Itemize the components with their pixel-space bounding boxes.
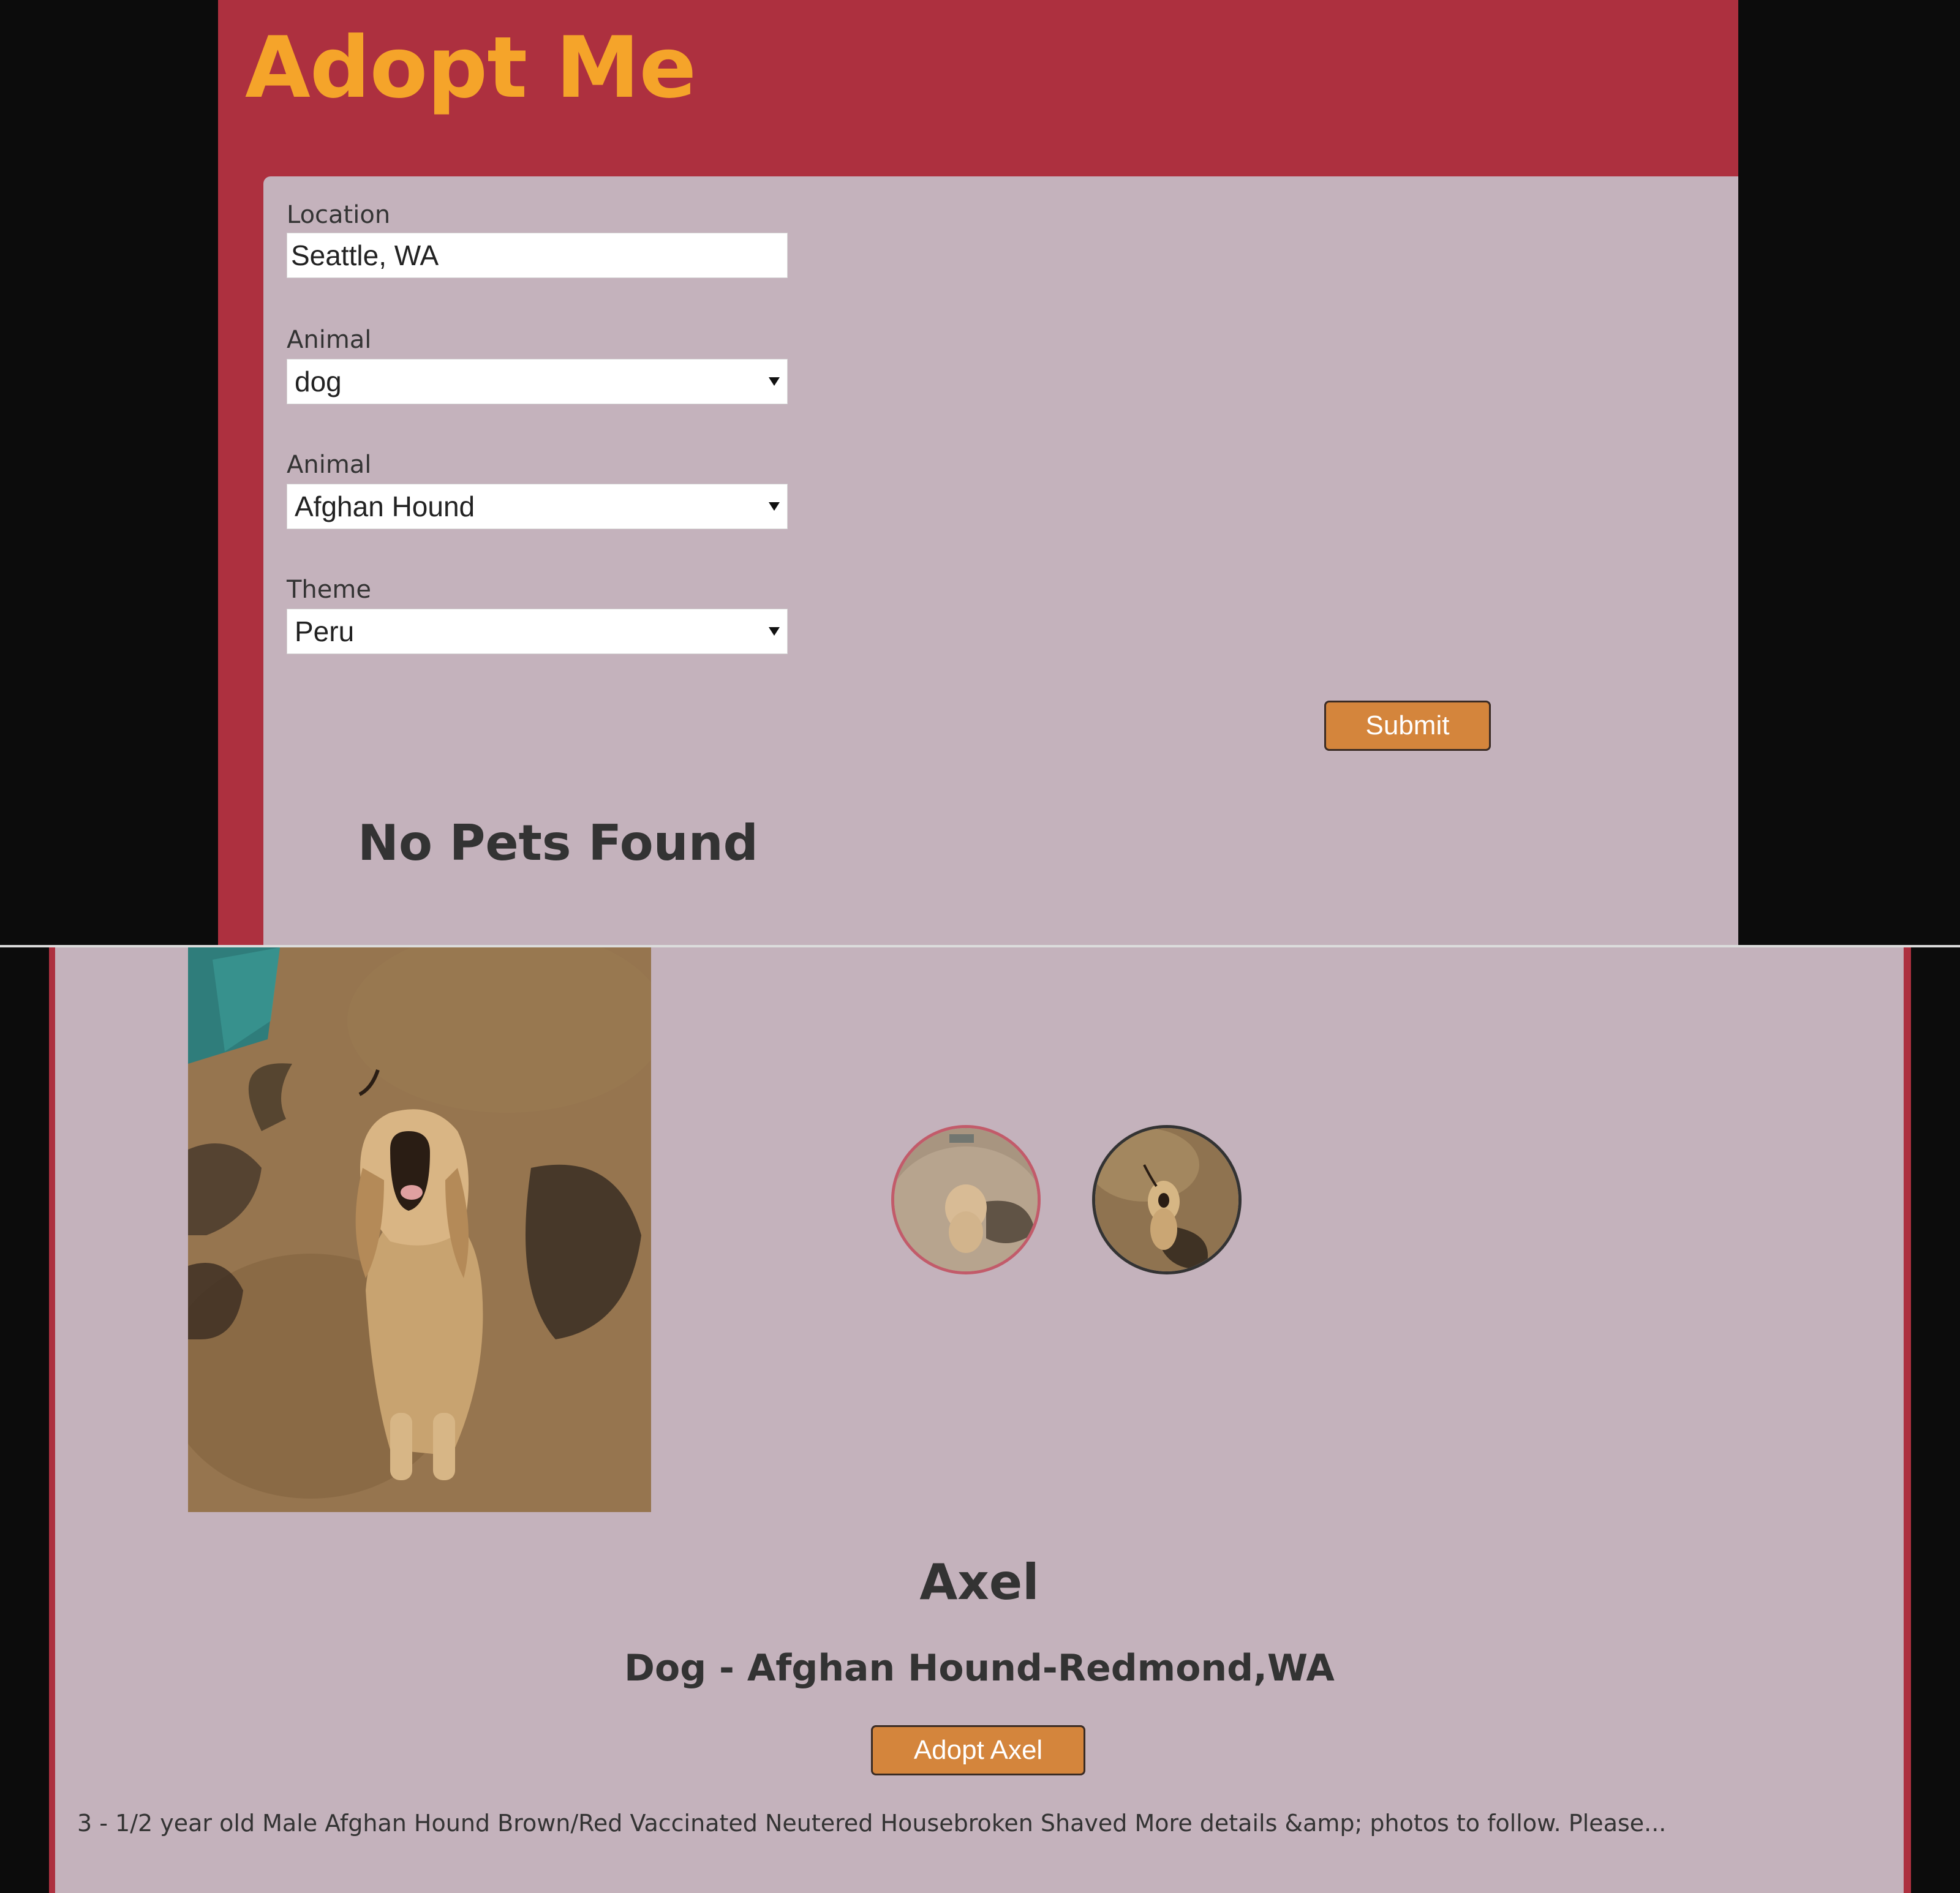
details-frame: Axel Dog - Afghan Hound-Redmond,WA Adopt…: [49, 947, 1911, 1893]
no-pets-message: No Pets Found: [358, 815, 758, 871]
pet-subtitle: Dog - Afghan Hound-Redmond,WA: [624, 1647, 1335, 1690]
pet-description: 3 - 1/2 year old Male Afghan Hound Brown…: [77, 1810, 1667, 1837]
site-title-link[interactable]: Adopt Me: [245, 18, 696, 117]
location-label: Location: [287, 201, 391, 229]
breed-select[interactable]: Afghan Hound: [287, 484, 788, 529]
header: Adopt Me Location Seattle, WA Animal dog…: [218, 0, 1738, 945]
animal-value: dog: [295, 366, 342, 397]
dropdown-arrow-icon: [769, 377, 780, 386]
search-page-panel: Adopt Me Location Seattle, WA Animal dog…: [0, 0, 1960, 945]
dropdown-arrow-icon: [769, 627, 780, 636]
submit-button[interactable]: Submit: [1324, 701, 1491, 751]
details-page-panel: Axel Dog - Afghan Hound-Redmond,WA Adopt…: [0, 947, 1960, 1893]
theme-select[interactable]: Peru: [287, 609, 788, 654]
animal-select[interactable]: dog: [287, 359, 788, 404]
details-card: Axel Dog - Afghan Hound-Redmond,WA Adopt…: [55, 947, 1904, 1893]
breed-label: Animal: [287, 451, 372, 479]
animal-label: Animal: [287, 326, 372, 354]
location-value: Seattle, WA: [291, 239, 439, 271]
pet-hero-photo: [188, 947, 651, 1512]
pet-thumbnail-active[interactable]: [891, 1125, 1041, 1274]
breed-value: Afghan Hound: [295, 491, 475, 522]
pet-name: Axel: [919, 1554, 1039, 1611]
search-form: Location Seattle, WA Animal dog Animal A…: [263, 176, 1738, 945]
dropdown-arrow-icon: [769, 502, 780, 511]
theme-value: Peru: [295, 615, 355, 647]
location-input[interactable]: Seattle, WA: [287, 233, 788, 278]
pet-thumbnail[interactable]: [1092, 1125, 1242, 1274]
adopt-button[interactable]: Adopt Axel: [871, 1725, 1085, 1775]
theme-label: Theme: [287, 576, 371, 604]
